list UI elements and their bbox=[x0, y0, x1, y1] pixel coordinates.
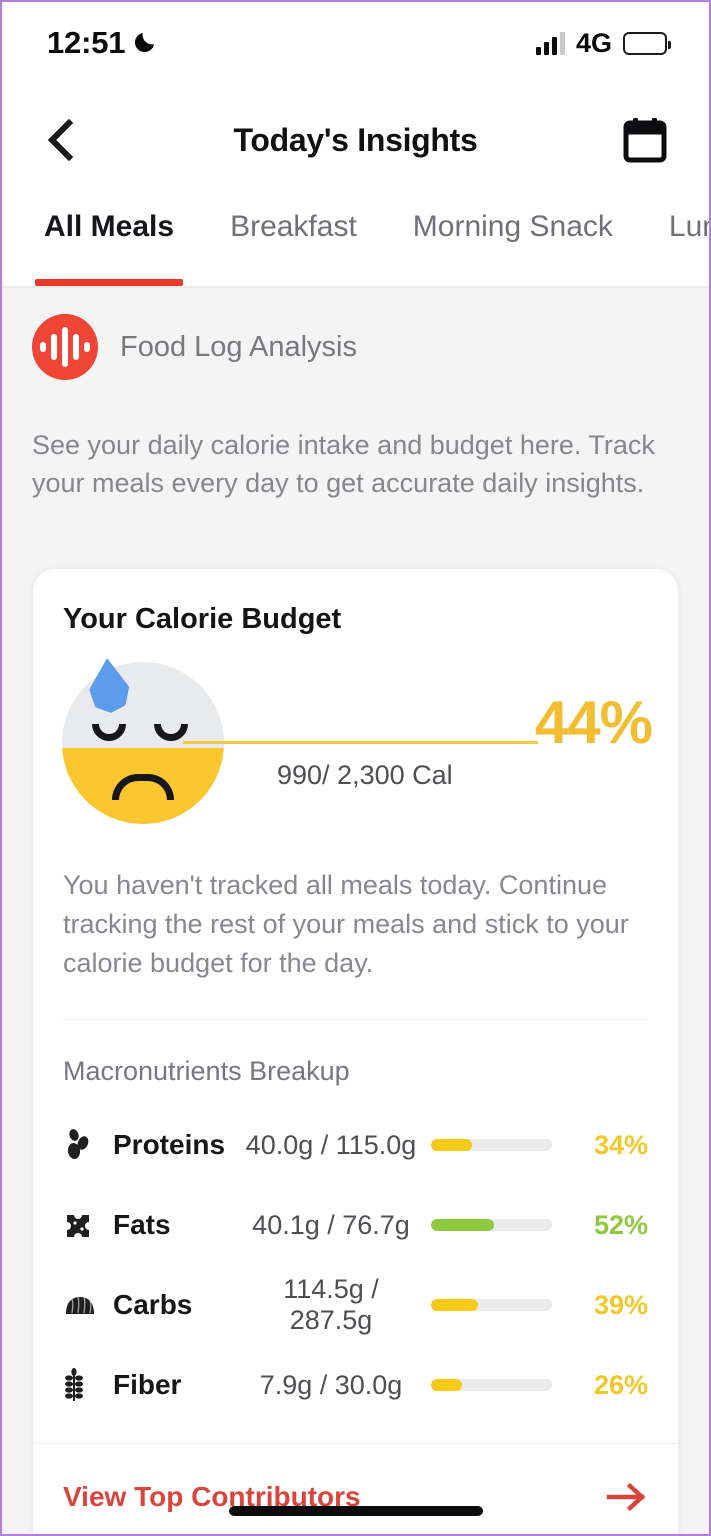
macro-value: 114.5g / 287.5g bbox=[283, 1274, 379, 1336]
macro-percent: 39% bbox=[593, 1289, 648, 1320]
tab-label: Breakfast bbox=[230, 210, 357, 243]
macronutrients-list: Proteins 40.0g / 115.0g 34% Fats 40.1g /… bbox=[33, 1087, 678, 1425]
calendar-icon bbox=[623, 118, 667, 163]
calorie-count-label: 990/ 2,300 Cal bbox=[277, 759, 453, 790]
tab-breakfast[interactable]: Breakfast bbox=[230, 196, 357, 286]
status-bar: 12:51 4G bbox=[2, 2, 709, 84]
macro-percent: 52% bbox=[593, 1209, 648, 1240]
food-log-analysis-title: Food Log Analysis bbox=[120, 330, 357, 363]
network-type-label: 4G bbox=[575, 27, 612, 58]
calendar-button[interactable] bbox=[619, 114, 671, 166]
macro-row-proteins[interactable]: Proteins 40.0g / 115.0g 34% bbox=[33, 1105, 678, 1185]
waveform-icon bbox=[32, 314, 98, 380]
tab-morning-snack[interactable]: Morning Snack bbox=[413, 196, 613, 286]
tab-all-meals[interactable]: All Meals bbox=[34, 196, 184, 286]
calorie-budget-title: Your Calorie Budget bbox=[63, 602, 342, 635]
status-bar-right: 4G bbox=[535, 27, 671, 59]
tab-label: Lunch bbox=[668, 210, 709, 243]
face-eye-left bbox=[92, 723, 126, 741]
food-log-analysis-section: Food Log Analysis See your daily calorie… bbox=[2, 288, 709, 503]
signal-bars-icon bbox=[535, 31, 565, 55]
phone-screen: 12:51 4G Today's Insights All Meals Brea… bbox=[0, 0, 711, 1536]
macro-value: 40.1g / 76.7g bbox=[252, 1209, 410, 1240]
food-log-analysis-header: Food Log Analysis bbox=[32, 314, 679, 380]
calorie-budget-card: Your Calorie Budget 990/ 2,300 Cal 44% Y… bbox=[33, 568, 678, 1534]
macro-progress-bar bbox=[431, 1299, 552, 1312]
nav-bar: Today's Insights bbox=[2, 84, 709, 196]
macro-row-fats[interactable]: Fats 40.1g / 76.7g 52% bbox=[33, 1185, 678, 1265]
calorie-gauge: 990/ 2,300 Cal 44% bbox=[33, 652, 678, 834]
face-eye-right bbox=[154, 723, 188, 741]
tab-label: All Meals bbox=[44, 210, 175, 243]
protein-icon bbox=[63, 1128, 113, 1162]
macro-value: 7.9g / 30.0g bbox=[259, 1369, 403, 1400]
butter-fat-icon bbox=[63, 1209, 113, 1241]
battery-icon bbox=[623, 31, 671, 55]
macro-progress-bar bbox=[431, 1139, 552, 1152]
macro-label: Fiber bbox=[113, 1369, 182, 1401]
view-top-contributors-button[interactable]: View Top Contributors bbox=[33, 1443, 678, 1534]
home-indicator bbox=[228, 1506, 483, 1516]
chevron-left-icon bbox=[47, 118, 74, 162]
calorie-percent-label: 44% bbox=[534, 688, 653, 756]
status-time: 12:51 bbox=[47, 25, 126, 60]
macro-value: 40.0g / 115.0g bbox=[245, 1129, 417, 1160]
macro-percent: 26% bbox=[593, 1369, 648, 1400]
macro-label: Proteins bbox=[113, 1129, 226, 1161]
tab-lunch[interactable]: Lunch bbox=[669, 196, 709, 286]
page-title: Today's Insights bbox=[233, 121, 478, 158]
food-log-analysis-description: See your daily calorie intake and budget… bbox=[32, 430, 655, 499]
wheat-stalk-icon bbox=[63, 1367, 113, 1403]
macro-progress-bar bbox=[431, 1219, 552, 1232]
bread-loaf-icon bbox=[63, 1292, 113, 1318]
macro-label: Fats bbox=[113, 1209, 171, 1241]
status-bar-left: 12:51 bbox=[47, 25, 159, 61]
macro-row-carbs[interactable]: Carbs 114.5g / 287.5g 39% bbox=[33, 1265, 678, 1345]
meal-tabs[interactable]: All Meals Breakfast Morning Snack Lunch bbox=[2, 196, 709, 288]
macro-label: Carbs bbox=[113, 1289, 193, 1321]
tab-label: Morning Snack bbox=[412, 210, 613, 243]
calorie-gauge-line bbox=[183, 740, 538, 744]
macro-row-fiber[interactable]: Fiber 7.9g / 30.0g 26% bbox=[33, 1345, 678, 1425]
back-button[interactable] bbox=[32, 112, 88, 168]
moon-icon bbox=[133, 28, 159, 59]
arrow-right-icon bbox=[606, 1481, 648, 1513]
macro-progress-bar bbox=[431, 1379, 552, 1392]
calorie-budget-note: You haven't tracked all meals today. Con… bbox=[63, 869, 629, 978]
macronutrients-heading: Macronutrients Breakup bbox=[63, 1056, 350, 1087]
macro-percent: 34% bbox=[593, 1129, 648, 1160]
